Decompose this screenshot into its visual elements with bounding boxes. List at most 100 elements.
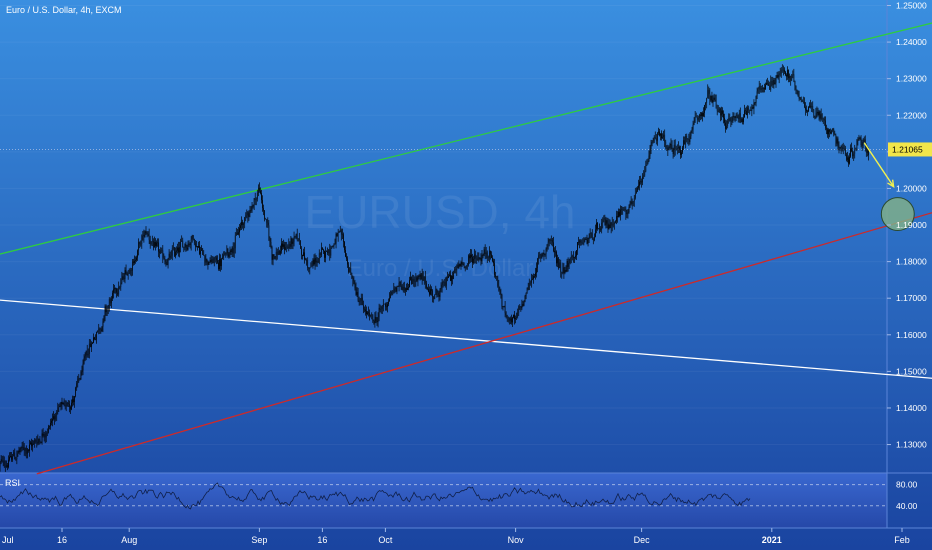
candle-body: [567, 260, 569, 267]
candle-body: [139, 242, 141, 245]
candle-body: [808, 107, 809, 112]
candle-body: [403, 286, 405, 291]
candle-body: [613, 222, 615, 225]
candle-body: [8, 459, 9, 468]
candle-body: [171, 248, 173, 256]
candle-body: [181, 240, 183, 242]
candle-body: [829, 129, 830, 132]
candle-body: [504, 306, 506, 314]
price-tick-label: 1.22000: [896, 110, 927, 120]
candle-body: [688, 139, 690, 142]
candle-body: [348, 264, 349, 272]
candle-body: [822, 118, 824, 120]
candle-body: [88, 343, 90, 354]
candle-body: [848, 157, 849, 164]
candle-body: [753, 102, 755, 109]
candle-body: [108, 299, 110, 309]
candle-body: [597, 222, 598, 229]
candle-body: [284, 244, 285, 251]
candle-body: [294, 236, 296, 237]
candle-body: [33, 443, 34, 445]
candle-body: [138, 242, 139, 251]
candle-body: [675, 149, 677, 150]
candle-body: [595, 229, 596, 237]
candle-body: [704, 105, 705, 113]
candle-body: [679, 146, 680, 150]
candle-body: [200, 250, 201, 255]
candle-body: [465, 265, 467, 268]
candle-body: [241, 222, 242, 226]
candle-body: [520, 306, 522, 309]
candle-body: [570, 256, 572, 258]
candle-body: [445, 277, 447, 286]
candle-body: [471, 254, 472, 258]
candle-body: [544, 253, 546, 255]
candle-body: [451, 275, 452, 281]
candle-body: [565, 270, 567, 272]
candle-body: [18, 450, 20, 452]
candle-body: [174, 247, 175, 257]
candle-body: [109, 299, 111, 304]
candle-body: [665, 141, 667, 148]
candle-body: [148, 234, 150, 240]
candle-body: [521, 304, 523, 309]
candle-body: [453, 272, 454, 279]
candle-body: [552, 239, 553, 243]
candle-body: [443, 281, 445, 283]
candle-body: [454, 269, 456, 273]
candle-body: [401, 285, 403, 291]
candle-body: [487, 257, 489, 259]
candle-body: [783, 69, 784, 71]
candle-body: [365, 309, 366, 312]
candle-body: [390, 294, 391, 298]
candle-body: [319, 253, 321, 255]
candle-body: [524, 295, 526, 302]
candle-body: [350, 268, 352, 274]
candle-body: [748, 107, 750, 111]
candle-body: [423, 276, 425, 281]
candle-body: [14, 452, 16, 460]
candle-body: [42, 433, 44, 436]
candle-body: [497, 276, 499, 286]
candle-body: [792, 74, 794, 76]
candle-body: [286, 246, 288, 248]
candle-body: [245, 215, 247, 218]
candle-body: [135, 260, 136, 261]
candle-body: [13, 452, 15, 457]
candle-body: [619, 211, 620, 216]
candle-body: [367, 312, 368, 315]
candle-body: [622, 208, 624, 210]
candle-body: [145, 231, 147, 233]
candle-body: [52, 418, 53, 421]
candle-body: [648, 155, 650, 162]
candle-body: [587, 237, 589, 244]
candle-body: [290, 238, 292, 247]
candle-body: [242, 222, 243, 225]
candle-body: [697, 117, 699, 120]
candle-body: [672, 149, 674, 155]
candle-body: [188, 243, 190, 245]
candle-body: [389, 297, 390, 302]
candle-body: [37, 439, 39, 444]
candle-body: [738, 113, 740, 120]
candle-body: [495, 274, 496, 278]
candle-body: [463, 263, 465, 267]
price-tick-label: 1.16000: [896, 330, 927, 340]
candle-body: [337, 231, 339, 237]
price-tick-label: 1.18000: [896, 257, 927, 267]
candle-body: [464, 266, 466, 268]
candle-body: [733, 116, 735, 117]
candle-body: [539, 254, 541, 256]
candle-body: [510, 318, 511, 321]
candle-body: [371, 314, 373, 315]
price-chart[interactable]: EURUSD, 4h Euro / U.S. Dollar 80.00 40.00…: [0, 0, 932, 550]
candle-body: [574, 257, 575, 258]
candle-body: [707, 90, 709, 99]
candle-body: [794, 80, 796, 86]
candle-body: [118, 287, 120, 295]
candle-body: [461, 262, 463, 265]
candle-body: [771, 80, 773, 85]
candle-body: [709, 93, 711, 101]
candle-body: [332, 245, 334, 247]
candle-body: [630, 201, 632, 204]
